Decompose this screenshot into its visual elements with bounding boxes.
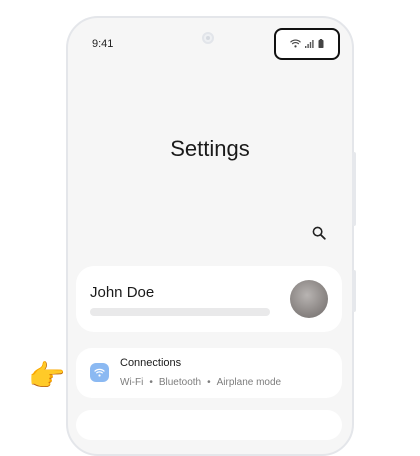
- connections-subtitle: Wi-Fi • Bluetooth • Airplane mode: [120, 377, 281, 388]
- connections-title: Connections: [120, 357, 182, 369]
- subtitle-airplane-mode: Airplane mode: [216, 377, 282, 388]
- avatar: [290, 280, 328, 318]
- status-icons-highlight: [274, 28, 340, 60]
- power-button: [352, 270, 356, 312]
- profile-name: John Doe: [90, 284, 155, 301]
- search-icon: [312, 226, 326, 240]
- volume-button: [352, 152, 356, 226]
- wifi-icon: [94, 368, 105, 377]
- page-title: Settings: [170, 136, 250, 161]
- battery-icon: [318, 39, 324, 48]
- next-settings-item[interactable]: [76, 410, 342, 440]
- profile-card[interactable]: John Doe: [76, 266, 342, 332]
- front-camera: [202, 32, 214, 44]
- subtitle-wifi: Wi-Fi: [120, 377, 144, 388]
- profile-placeholder-bar: [90, 308, 270, 316]
- subtitle-separator: •: [149, 377, 153, 388]
- connections-item[interactable]: Connections Wi-Fi • Bluetooth • Airplane mod…: [76, 348, 342, 398]
- subtitle-bluetooth: Bluetooth: [158, 377, 202, 388]
- connections-icon-badge: [90, 363, 109, 382]
- search-button[interactable]: [308, 222, 330, 244]
- status-time: 9:41: [92, 38, 114, 50]
- subtitle-separator: •: [207, 377, 211, 388]
- wifi-icon: [290, 39, 301, 48]
- signal-icon: [305, 39, 314, 48]
- pointing-hand-icon: 👉: [28, 360, 66, 393]
